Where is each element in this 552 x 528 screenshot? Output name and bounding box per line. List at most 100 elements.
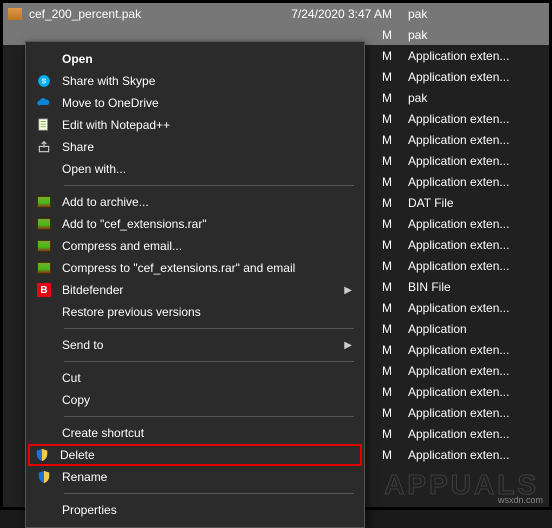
file-icon: [7, 385, 23, 399]
file-icon: [7, 91, 23, 105]
menu-rename-label: Rename: [62, 470, 352, 484]
menu-copy[interactable]: Copy: [28, 389, 362, 411]
menu-open[interactable]: Open: [28, 48, 362, 70]
shield-icon: [32, 447, 52, 463]
file-date-tail: M: [382, 91, 400, 105]
shield-icon: [34, 469, 54, 485]
menu-openwith-label: Open with...: [62, 162, 352, 176]
file-type: Application exten...: [400, 427, 545, 441]
context-menu: Open S Share with Skype Move to OneDrive…: [25, 41, 365, 528]
file-icon: [7, 406, 23, 420]
menu-properties[interactable]: Properties: [28, 499, 362, 521]
menu-share-skype[interactable]: S Share with Skype: [28, 70, 362, 92]
menu-send-to[interactable]: Send to ▶: [28, 334, 362, 356]
file-icon: [7, 280, 23, 294]
menu-bitdefender-label: Bitdefender: [62, 283, 342, 297]
file-icon: [7, 427, 23, 441]
file-type: Application exten...: [400, 70, 545, 84]
winrar-icon: [34, 216, 54, 232]
menu-notepad-label: Edit with Notepad++: [62, 118, 352, 132]
file-date-tail: M: [382, 154, 400, 168]
pak-file-icon: [7, 7, 23, 21]
menu-archive-email-label: Compress and email...: [62, 239, 352, 253]
menu-delete[interactable]: Delete: [28, 444, 362, 466]
menu-add-archive[interactable]: Add to archive...: [28, 191, 362, 213]
file-date: 7/24/2020 3:47 AM: [270, 7, 400, 21]
menu-add-to-rar[interactable]: Add to "cef_extensions.rar": [28, 213, 362, 235]
blank-icon: [34, 370, 54, 386]
file-type: Application exten...: [400, 259, 545, 273]
blank-icon: [34, 425, 54, 441]
file-icon: [7, 70, 23, 84]
menu-bitdefender[interactable]: B Bitdefender ▶: [28, 279, 362, 301]
menu-separator: [64, 361, 354, 362]
file-type: Application exten...: [400, 154, 545, 168]
file-icon: [7, 448, 23, 462]
file-date-tail: M: [382, 301, 400, 315]
file-row-selected[interactable]: cef_200_percent.pak 7/24/2020 3:47 AM pa…: [3, 3, 549, 24]
menu-archive-add-label: Add to archive...: [62, 195, 352, 209]
file-date-tail: M: [382, 322, 400, 336]
menu-create-shortcut[interactable]: Create shortcut: [28, 422, 362, 444]
file-type: Application exten...: [400, 175, 545, 189]
submenu-arrow-icon: ▶: [342, 285, 352, 296]
file-icon: [7, 196, 23, 210]
file-date-tail: M: [382, 448, 400, 462]
menu-open-with[interactable]: Open with...: [28, 158, 362, 180]
menu-separator: [64, 416, 354, 417]
file-icon: [7, 301, 23, 315]
menu-share[interactable]: Share: [28, 136, 362, 158]
menu-skype-label: Share with Skype: [62, 74, 352, 88]
notepadpp-icon: [34, 117, 54, 133]
file-date-tail: M: [382, 385, 400, 399]
onedrive-icon: [34, 95, 54, 111]
menu-compress-email[interactable]: Compress and email...: [28, 235, 362, 257]
bitdefender-icon: B: [34, 282, 54, 298]
file-icon: [7, 49, 23, 63]
file-date-tail: M: [382, 217, 400, 231]
file-date-tail: M: [382, 28, 400, 42]
file-date-tail: M: [382, 259, 400, 273]
file-type: Application exten...: [400, 238, 545, 252]
menu-archive-toemail-label: Compress to "cef_extensions.rar" and ema…: [62, 261, 352, 275]
file-type: Application exten...: [400, 301, 545, 315]
file-icon: [7, 154, 23, 168]
menu-move-onedrive[interactable]: Move to OneDrive: [28, 92, 362, 114]
blank-icon: [34, 161, 54, 177]
file-type: BIN File: [400, 280, 545, 294]
file-date-tail: M: [382, 196, 400, 210]
menu-restore-label: Restore previous versions: [62, 305, 352, 319]
winrar-icon: [34, 194, 54, 210]
brand-text: wsxdn.com: [498, 495, 543, 505]
blank-icon: [34, 502, 54, 518]
svg-text:S: S: [42, 78, 47, 85]
blank-icon: [34, 392, 54, 408]
menu-open-label: Open: [62, 52, 352, 66]
menu-copy-label: Copy: [62, 393, 352, 407]
file-type: Application exten...: [400, 343, 545, 357]
blank-icon: [34, 304, 54, 320]
file-icon: [7, 175, 23, 189]
file-date-tail: M: [382, 175, 400, 189]
submenu-arrow-icon: ▶: [342, 340, 352, 351]
file-type: pak: [400, 28, 545, 42]
file-type: Application exten...: [400, 112, 545, 126]
menu-separator: [64, 328, 354, 329]
file-icon: [7, 343, 23, 357]
file-type: pak: [400, 7, 545, 21]
menu-rename[interactable]: Rename: [28, 466, 362, 488]
menu-delete-label: Delete: [60, 448, 358, 462]
file-type: Application exten...: [400, 49, 545, 63]
menu-properties-label: Properties: [62, 503, 352, 517]
file-type: Application exten...: [400, 448, 545, 462]
winrar-icon: [34, 260, 54, 276]
menu-compress-to-email[interactable]: Compress to "cef_extensions.rar" and ema…: [28, 257, 362, 279]
file-name: cef_200_percent.pak: [29, 7, 270, 21]
menu-edit-notepad[interactable]: Edit with Notepad++: [28, 114, 362, 136]
menu-cut[interactable]: Cut: [28, 367, 362, 389]
blank-icon: [34, 337, 54, 353]
file-type: Application exten...: [400, 364, 545, 378]
skype-icon: S: [34, 73, 54, 89]
menu-restore-versions[interactable]: Restore previous versions: [28, 301, 362, 323]
file-date-tail: M: [382, 280, 400, 294]
